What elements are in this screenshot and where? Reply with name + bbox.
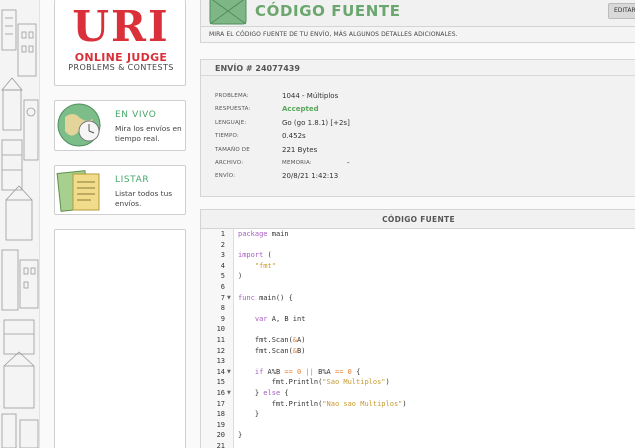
page-header: CÓDIGO FUENTE EDITAR bbox=[200, 0, 635, 27]
fold-toggle-icon[interactable]: ▼ bbox=[227, 295, 231, 301]
code-line: fmt.Scan(&B) bbox=[238, 346, 306, 355]
line-number: 17 bbox=[216, 399, 225, 408]
logo-uri: URI bbox=[72, 2, 170, 51]
memory-value: - bbox=[347, 159, 350, 167]
sidebar-item-live[interactable]: EN VIVO Mira los envíos en tiempo real. bbox=[54, 100, 186, 151]
line-gutter: 1 2 3 4 5 6 7 8 9 10 11 12 13 14 15 16 1… bbox=[201, 229, 234, 448]
city-decoration bbox=[0, 0, 40, 448]
kw-import: import bbox=[238, 251, 264, 260]
document-list-icon bbox=[55, 166, 107, 214]
language-value: Go (go 1.8.1) [+2s] bbox=[282, 119, 350, 127]
kw-var: var bbox=[254, 314, 268, 323]
time-value: 0.452s bbox=[282, 132, 306, 140]
line-number: 21 bbox=[216, 442, 225, 448]
line-number: 12 bbox=[216, 346, 225, 355]
page-subtitle-bar: MIRA EL CÓDIGO FUENTE DE TU ENVÍO, MÁS A… bbox=[200, 27, 635, 43]
line-number: 9 bbox=[220, 314, 225, 323]
page-subtitle: MIRA EL CÓDIGO FUENTE DE TU ENVÍO, MÁS A… bbox=[209, 31, 458, 38]
logo-card[interactable]: URI ONLINE JUDGE PROBLEMS & CONTESTS bbox=[54, 0, 186, 86]
code-line: } bbox=[238, 410, 260, 419]
logo-problems-contests: PROBLEMS & CONTESTS bbox=[68, 63, 174, 72]
line-number: 14 bbox=[216, 367, 225, 376]
code-line: import ( bbox=[238, 251, 272, 260]
code-line: } bbox=[238, 431, 243, 440]
field-label: ENVÍO: bbox=[215, 173, 236, 179]
kw-func: func bbox=[238, 293, 255, 302]
divider bbox=[201, 75, 635, 76]
code-line: } else { bbox=[238, 389, 289, 397]
code-box-icon bbox=[206, 0, 250, 26]
field-label: RESPUESTA: bbox=[215, 106, 251, 112]
str-fmt: "fmt" bbox=[254, 261, 276, 270]
field-label: ARCHIVO: bbox=[215, 160, 244, 166]
answer-value: Accepted bbox=[282, 105, 319, 113]
line-number: 16 bbox=[216, 389, 225, 397]
code-line: "fmt" bbox=[238, 262, 276, 270]
memory-label: MEMORIA: bbox=[282, 160, 312, 166]
list-title: LISTAR bbox=[115, 175, 150, 185]
line-number: 6 bbox=[220, 283, 225, 291]
sidebar-item-list[interactable]: LISTAR Listar todos tus envíos. bbox=[54, 165, 186, 215]
fold-toggle-icon[interactable]: ▼ bbox=[227, 369, 231, 375]
code-title: CÓDIGO FUENTE bbox=[382, 215, 455, 224]
globe-clock-icon bbox=[55, 101, 107, 149]
line-number: 2 bbox=[220, 240, 225, 249]
line-number: 19 bbox=[216, 420, 225, 429]
fold-toggle-icon[interactable]: ▼ bbox=[227, 390, 231, 396]
line-number: 3 bbox=[220, 251, 225, 260]
line-number: 4 bbox=[220, 261, 225, 270]
list-text: Listar todos tus envíos. bbox=[115, 189, 173, 208]
size-value: 221 Bytes bbox=[282, 146, 318, 154]
line-number: 11 bbox=[216, 336, 225, 344]
code-line: package main bbox=[238, 230, 289, 238]
code-header: CÓDIGO FUENTE bbox=[200, 209, 635, 229]
problem-value[interactable]: 1044 - Múltiplos bbox=[282, 92, 338, 100]
submitted-value: 20/8/21 1:42:13 bbox=[282, 172, 339, 180]
code-line: fmt.Println("Sao Multiplos") bbox=[238, 378, 390, 387]
live-text: Mira los envíos en tiempo real. bbox=[115, 124, 182, 143]
code-line: func main() { bbox=[238, 293, 293, 302]
line-number: 5 bbox=[220, 272, 225, 281]
ad-slot bbox=[54, 229, 186, 448]
line-number: 7 bbox=[220, 293, 225, 302]
submission-title: ENVÍO # 24077439 bbox=[215, 64, 300, 73]
live-title: EN VIVO bbox=[115, 110, 157, 120]
code-line: ) bbox=[238, 272, 243, 281]
field-label: TIEMPO: bbox=[215, 133, 240, 139]
code-line: var A, B int bbox=[254, 314, 306, 323]
submission-panel: ENVÍO # 24077439 PROBLEMA: 1044 - Múltip… bbox=[200, 59, 635, 197]
code-editor[interactable]: 1 2 3 4 5 6 7 8 9 10 11 12 13 14 15 16 1… bbox=[200, 229, 635, 448]
line-number: 20 bbox=[216, 431, 225, 440]
field-label: TAMAÑO DE bbox=[215, 147, 250, 153]
field-label: LENGUAJE: bbox=[215, 120, 247, 126]
code-line: fmt.Println("Nao sao Multiplos") bbox=[238, 399, 407, 408]
code-line: if A%B == 0 || B%A == 0 { bbox=[254, 367, 361, 376]
line-number: 8 bbox=[220, 304, 225, 313]
line-number: 10 bbox=[216, 325, 225, 334]
line-number: 15 bbox=[216, 378, 225, 387]
code-line: fmt.Scan(&A) bbox=[238, 336, 306, 344]
line-number: 13 bbox=[216, 357, 225, 366]
line-number: 1 bbox=[220, 230, 225, 238]
field-label: PROBLEMA: bbox=[215, 93, 249, 99]
edit-button[interactable]: EDITAR bbox=[608, 3, 635, 19]
kw-package: package bbox=[238, 230, 268, 238]
line-number: 18 bbox=[216, 410, 225, 419]
page-title: CÓDIGO FUENTE bbox=[255, 2, 401, 20]
